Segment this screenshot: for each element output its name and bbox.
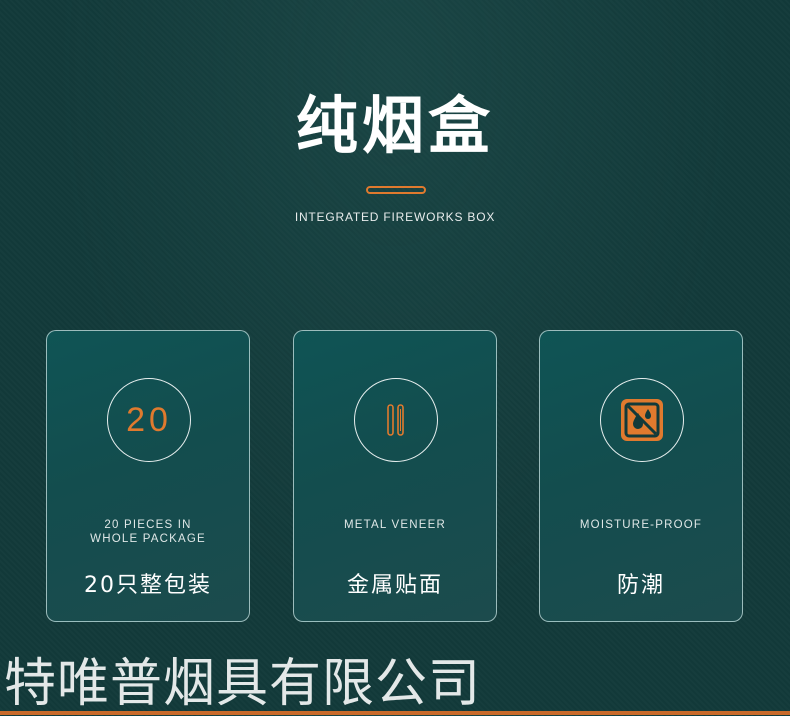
feature-en-label: 20 PIECES IN WHOLE PACKAGE <box>90 519 206 545</box>
hero-section: 纯烟盒 INTEGRATED FIREWORKS BOX <box>0 0 790 300</box>
company-name: 特唯普烟具有限公司 <box>4 654 482 714</box>
feature-cn-label: 20只整包装 <box>84 573 212 598</box>
feature-cn-label: 防潮 <box>616 573 665 598</box>
feature-en-label: METAL VENEER <box>344 519 446 531</box>
moisture-proof-icon <box>621 399 663 441</box>
bottom-accent-line <box>0 711 790 715</box>
page-subtitle: INTEGRATED FIREWORKS BOX <box>294 210 496 224</box>
feature-en-label: MOISTURE-PROOF <box>579 519 703 531</box>
feature-cn-label: 金属贴面 <box>346 573 443 598</box>
number-20-icon: 20 <box>126 400 172 439</box>
icon-ring <box>354 378 438 462</box>
feature-card-20-pieces: 20 20 PIECES IN WHOLE PACKAGE 20只整包装 <box>46 330 250 622</box>
feature-card-moisture-proof: MOISTURE-PROOF 防潮 <box>539 330 743 622</box>
icon-ring: 20 <box>107 378 191 462</box>
feature-card-metal-veneer: METAL VENEER 金属贴面 <box>293 330 497 622</box>
icon-ring <box>600 378 684 462</box>
page-title: 纯烟盒 <box>295 89 494 162</box>
metal-veneer-icon <box>387 404 404 436</box>
title-underline <box>366 186 426 194</box>
